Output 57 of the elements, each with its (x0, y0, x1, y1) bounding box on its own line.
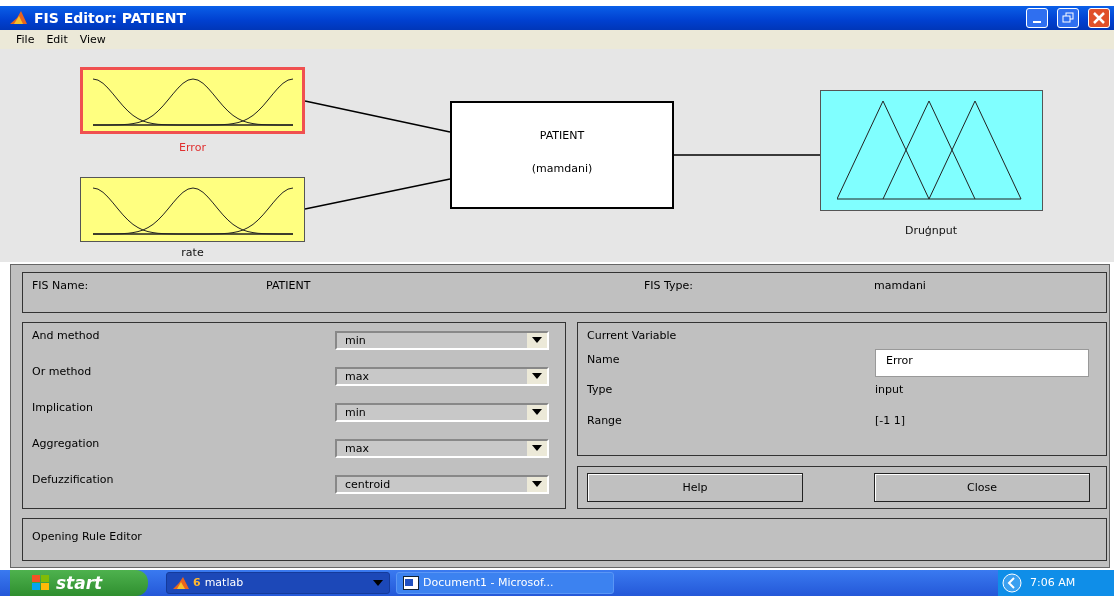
name-label: Name (587, 353, 621, 368)
close-icon (1093, 11, 1105, 24)
method-dropdown[interactable]: max (335, 367, 549, 386)
minimize-icon (1033, 20, 1041, 23)
output-variable-box[interactable] (820, 90, 1043, 212)
system-type: (mamdani) (531, 162, 593, 176)
dialog-button[interactable]: Close (874, 473, 1090, 503)
section-title: Current Variable (587, 329, 678, 344)
menu-item[interactable]: Edit (40, 32, 74, 46)
peak-logo-icon (173, 576, 189, 590)
system-box[interactable]: PATIENT (mamdani) (450, 101, 674, 210)
system-name: PATIENT (539, 129, 585, 143)
range-value: [-1 1] (875, 414, 907, 429)
peak-logo-icon (10, 9, 28, 26)
method-label: Implication (32, 401, 93, 414)
caret-icon (532, 409, 542, 416)
name-field[interactable]: Error (875, 349, 1089, 377)
dialog-button[interactable]: Help (587, 473, 803, 503)
method-label: Aggregation (32, 437, 100, 450)
chevron-left-icon[interactable] (1002, 573, 1022, 593)
fis-name-value: PATIENT (266, 279, 312, 294)
menu-item[interactable]: File (10, 32, 41, 46)
minimize-button[interactable] (1026, 7, 1048, 28)
method-dropdown[interactable]: max (335, 439, 549, 458)
taskbar-task[interactable]: 6 matlab (166, 572, 390, 594)
range-label: Range (587, 414, 623, 429)
fis-name-label: FIS Name: (32, 279, 90, 294)
method-dropdown[interactable]: centroid (335, 475, 549, 494)
method-label: Or method (32, 365, 92, 378)
restore-button[interactable] (1057, 7, 1079, 28)
input-variable-label: Error (179, 141, 206, 155)
type-label: Type (587, 383, 614, 398)
document-icon (403, 576, 419, 590)
output-variable-label: Druģnput (904, 224, 958, 238)
caret-icon (532, 337, 542, 344)
taskbar-task[interactable]: Document1 - Microsof... (396, 572, 614, 594)
input-variable-label: rate (181, 246, 204, 260)
flag-icon (32, 575, 50, 591)
fis-type-label: FIS Type: (644, 279, 695, 294)
menu-item[interactable]: View (73, 32, 112, 46)
caret-icon (532, 445, 542, 452)
method-dropdown[interactable]: min (335, 403, 549, 422)
method-label: Defuzzification (32, 473, 114, 486)
close-button[interactable] (1088, 7, 1110, 28)
restore-icon (1062, 11, 1074, 24)
caret-icon (532, 373, 542, 380)
input-variable-box[interactable] (80, 67, 305, 135)
type-value: input (875, 383, 905, 398)
caret-icon (373, 580, 383, 586)
clock: 7:06 AM (1030, 576, 1076, 590)
method-label: And method (32, 329, 100, 342)
method-dropdown[interactable]: min (335, 331, 549, 350)
status-text: Opening Rule Editor (32, 530, 142, 543)
input-variable-box[interactable] (80, 177, 305, 243)
window-title: FIS Editor: PATIENT (34, 9, 188, 26)
fis-type-value: mamdani (874, 279, 927, 294)
caret-icon (532, 481, 542, 488)
